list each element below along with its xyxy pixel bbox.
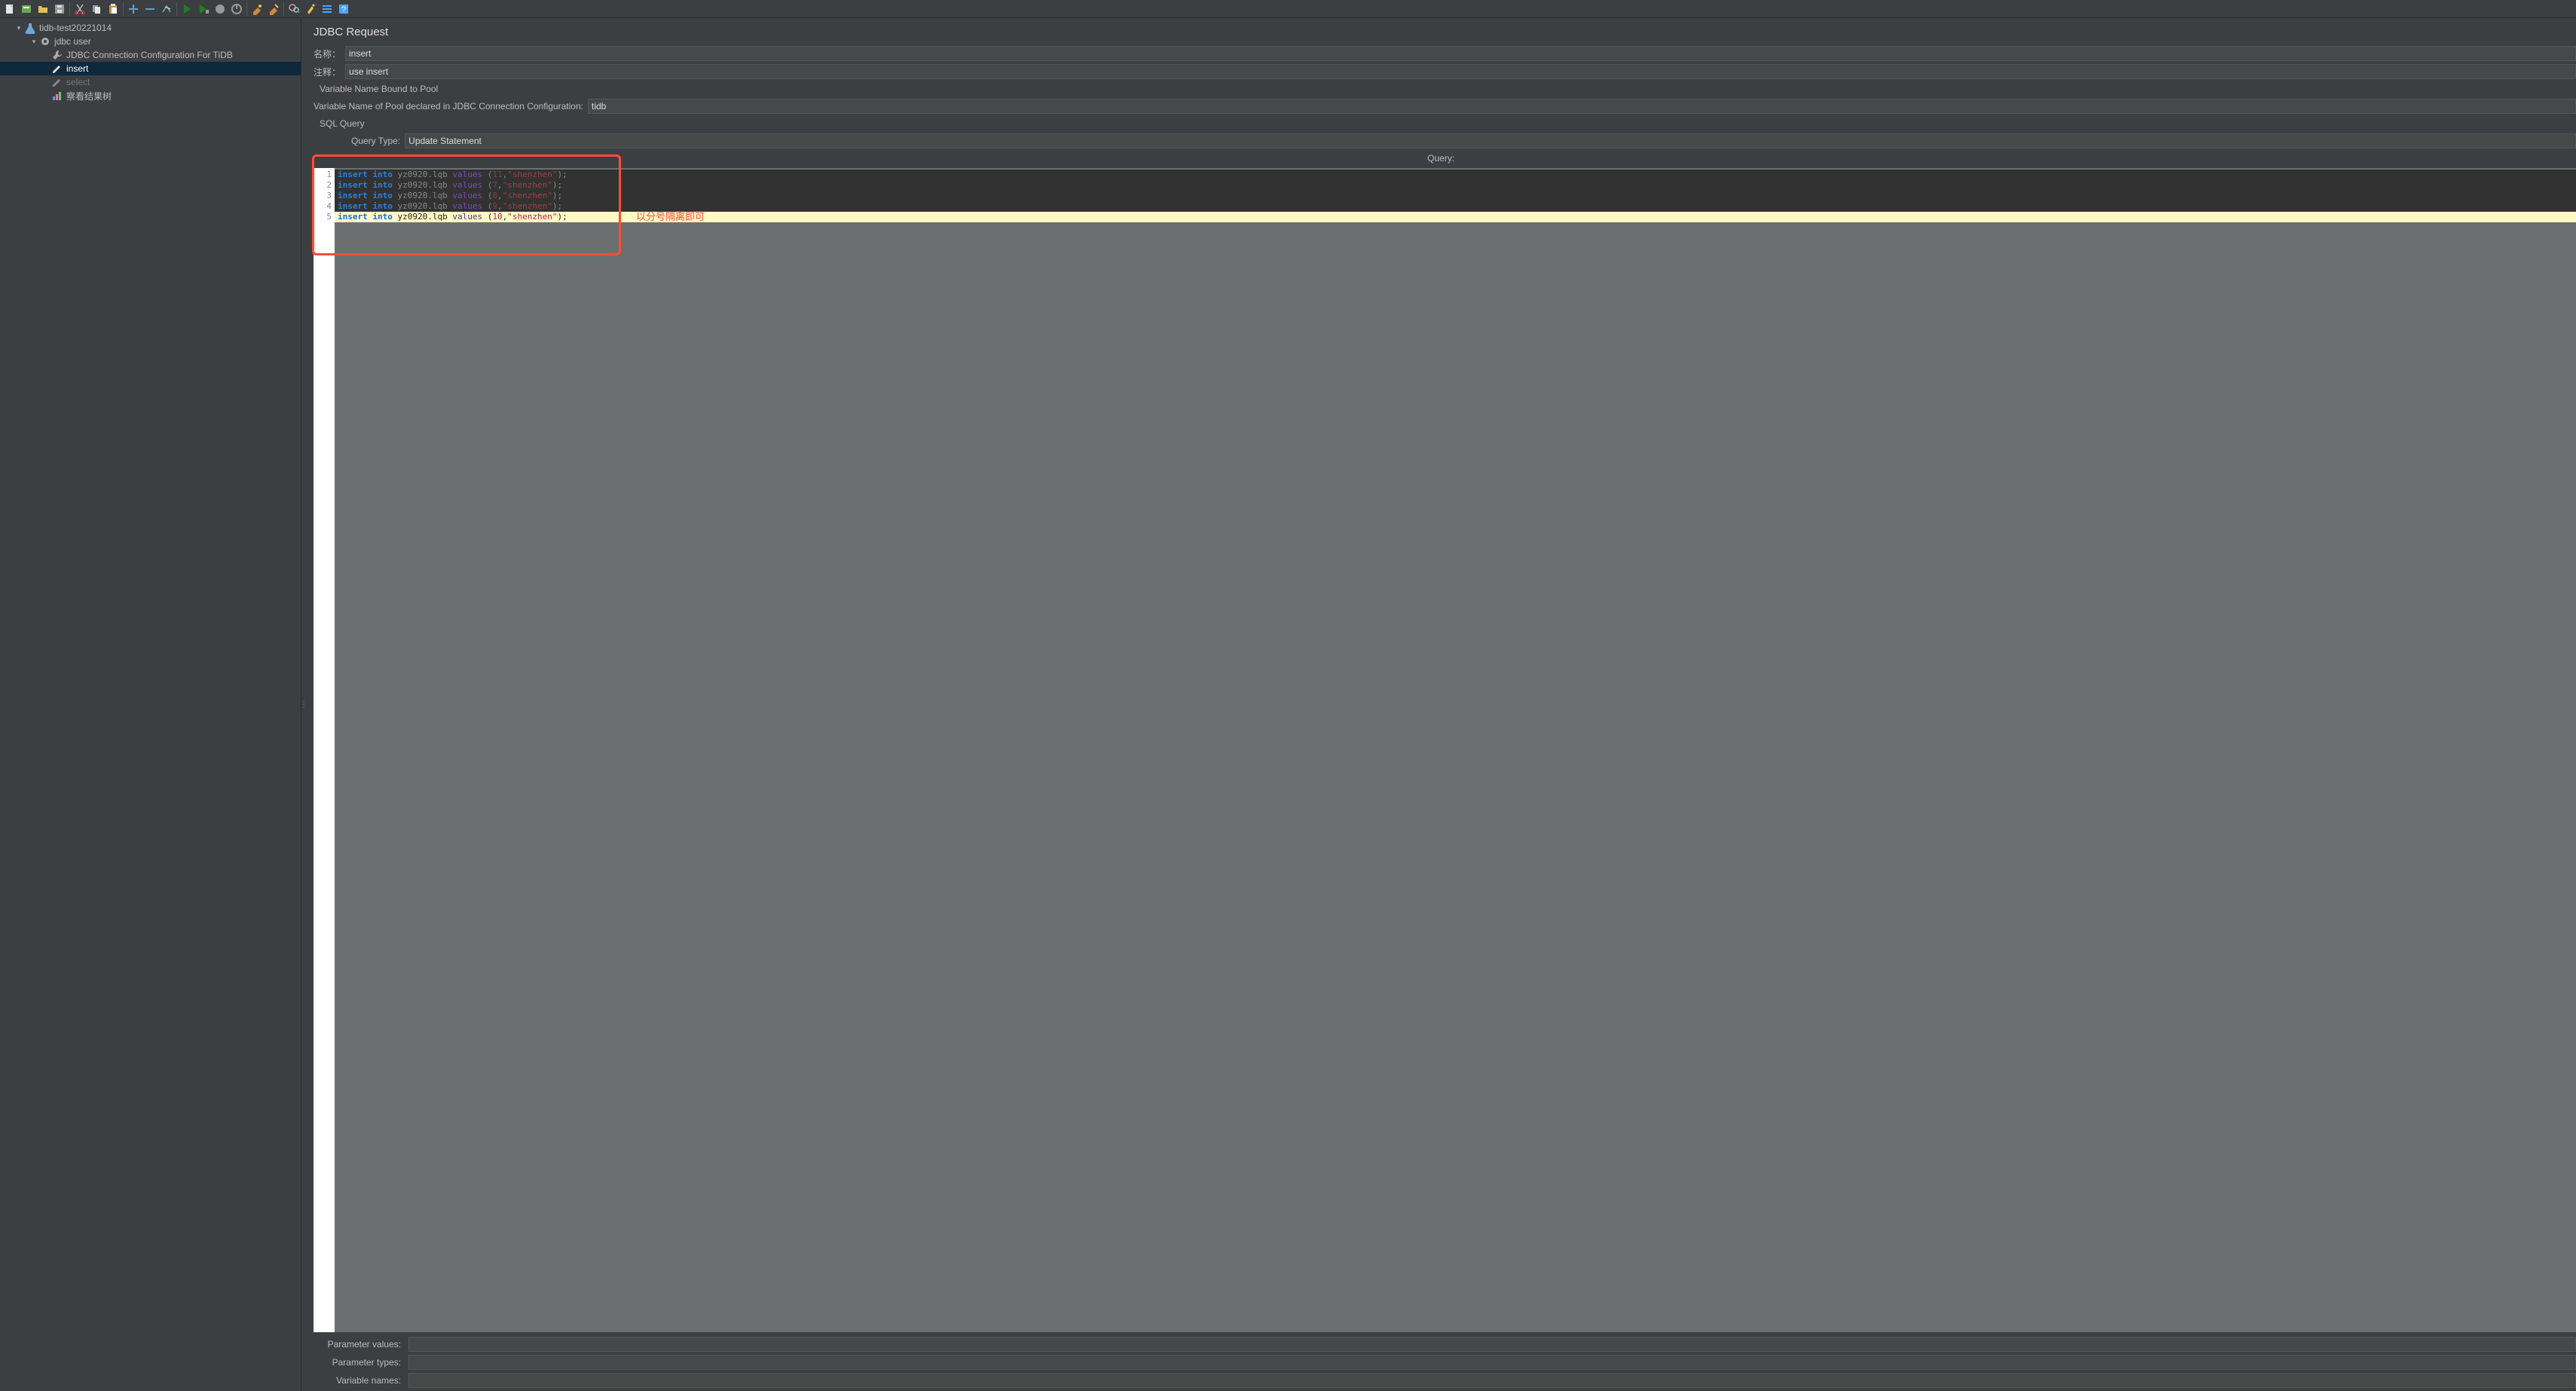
flask-icon — [24, 22, 36, 34]
chevron-down-icon[interactable]: ▾ — [15, 24, 23, 32]
param-types-label: Parameter types: — [321, 1357, 404, 1368]
comment-label: 注释： — [314, 66, 341, 78]
pencil-icon — [51, 63, 63, 75]
toolbar-separator — [69, 2, 70, 16]
tree-label: tidb-test20221014 — [39, 23, 112, 33]
clear-icon[interactable] — [249, 1, 265, 17]
tree-label: 察看结果树 — [66, 90, 112, 102]
tree-label: insert — [66, 63, 88, 74]
toolbar-separator — [246, 2, 247, 16]
tree-results-tree[interactable]: 察看结果树 — [0, 89, 301, 102]
tree-jdbc-request-insert[interactable]: insert — [0, 62, 301, 75]
editor-pane: JDBC Request 名称： 注释： Variable Name Bound… — [306, 18, 2576, 1391]
row-param-values: Parameter values: — [314, 1335, 2576, 1353]
pool-label: Variable Name of Pool declared in JDBC C… — [314, 101, 583, 112]
param-values-input[interactable] — [408, 1337, 2576, 1352]
save-icon[interactable] — [51, 1, 68, 17]
row-param-types: Parameter types: — [314, 1353, 2576, 1371]
add-icon[interactable] — [125, 1, 142, 17]
pool-input[interactable] — [588, 99, 2576, 114]
paste-icon[interactable] — [105, 1, 121, 17]
param-types-input[interactable] — [408, 1355, 2576, 1370]
tree-label: JDBC Connection Configuration For TiDB — [66, 50, 233, 60]
toggle-icon[interactable] — [158, 1, 175, 17]
annotation-text: 以分号隔离即可 — [636, 209, 705, 223]
toolbar-separator — [123, 2, 124, 16]
sql-editor[interactable]: 1 2 3 4 5 insert into yz0920.lqb values … — [314, 168, 2576, 1332]
pencil-icon — [51, 76, 63, 88]
run-nogui-icon[interactable] — [195, 1, 212, 17]
name-input[interactable] — [345, 46, 2576, 61]
row-query-type: Query Type: — [306, 132, 2576, 150]
open-icon[interactable] — [35, 1, 51, 17]
bottom-form: Parameter values: Parameter types: Varia… — [306, 1332, 2576, 1391]
var-names-label: Variable names: — [321, 1375, 404, 1386]
clear-all-icon[interactable] — [265, 1, 282, 17]
panel-title: JDBC Request — [306, 18, 2576, 44]
sql-query-section: SQL Query — [306, 115, 2576, 132]
tree-jdbc-config[interactable]: JDBC Connection Configuration For TiDB — [0, 48, 301, 62]
query-type-label: Query Type: — [351, 136, 400, 146]
row-comment: 注释： — [306, 63, 2576, 81]
stop-icon[interactable] — [212, 1, 228, 17]
main-toolbar: ? — [0, 0, 2576, 18]
var-bound-label: Variable Name Bound to Pool — [306, 81, 2576, 97]
row-name: 名称： — [306, 44, 2576, 63]
code-area[interactable]: insert into yz0920.lqb values (11,"shenz… — [335, 168, 2576, 1332]
templates-icon[interactable] — [18, 1, 35, 17]
drag-dots-icon: ··· — [302, 700, 304, 709]
name-label: 名称： — [314, 47, 341, 60]
wrench-icon — [51, 49, 63, 61]
function-helper-icon[interactable] — [302, 1, 319, 17]
param-values-label: Parameter values: — [321, 1339, 404, 1350]
main-area: ▾ tidb-test20221014 ▾ jdbc user JDBC Con… — [0, 18, 2576, 1391]
row-var-names: Variable names: — [314, 1371, 2576, 1389]
tree-label: select — [66, 77, 90, 87]
line-gutter: 1 2 3 4 5 — [314, 168, 335, 1332]
new-file-icon[interactable] — [2, 1, 18, 17]
remove-icon[interactable] — [142, 1, 158, 17]
query-type-select[interactable] — [405, 133, 2576, 148]
var-names-input[interactable] — [408, 1373, 2576, 1388]
query-header: Query: — [306, 150, 2576, 167]
code-line[interactable]: insert into yz0920.lqb values (8,"shenzh… — [335, 191, 2576, 201]
tree-jdbc-request-select[interactable]: select — [0, 75, 301, 89]
help-icon[interactable]: ? — [335, 1, 352, 17]
chevron-down-icon[interactable]: ▾ — [30, 38, 38, 45]
tree-testplan[interactable]: ▾ tidb-test20221014 — [0, 21, 301, 35]
options-icon[interactable] — [319, 1, 335, 17]
test-plan-tree[interactable]: ▾ tidb-test20221014 ▾ jdbc user JDBC Con… — [0, 18, 301, 1391]
toolbar-separator — [176, 2, 177, 16]
shutdown-icon[interactable] — [228, 1, 245, 17]
comment-input[interactable] — [345, 64, 2576, 79]
code-line[interactable]: insert into yz0920.lqb values (11,"shenz… — [335, 170, 2576, 180]
run-icon[interactable] — [179, 1, 195, 17]
tree-label: jdbc user — [54, 36, 91, 47]
search-icon[interactable] — [286, 1, 302, 17]
cut-icon[interactable] — [72, 1, 88, 17]
svg-text:?: ? — [341, 5, 346, 14]
code-line[interactable]: insert into yz0920.lqb values (7,"shenzh… — [335, 180, 2576, 191]
row-pool: Variable Name of Pool declared in JDBC C… — [306, 97, 2576, 115]
tree-threadgroup[interactable]: ▾ jdbc user — [0, 35, 301, 48]
chart-icon — [51, 90, 63, 102]
copy-icon[interactable] — [88, 1, 105, 17]
toolbar-separator — [283, 2, 284, 16]
gear-icon — [39, 35, 51, 47]
